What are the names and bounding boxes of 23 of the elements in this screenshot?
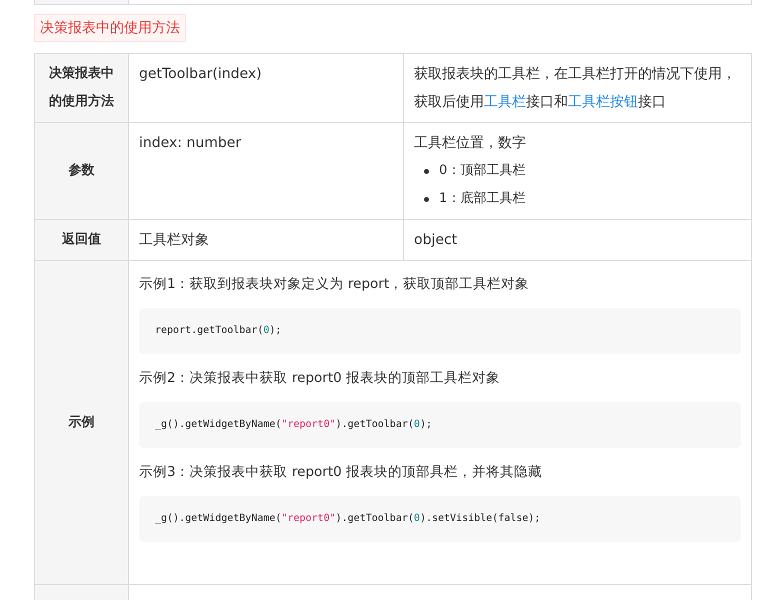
row-header: 返回值 [35,219,129,260]
row-header: 示例 [35,260,129,584]
bullet-icon [424,196,429,202]
table-cell: getToolbar(index) [129,53,404,122]
code-block: _g().getWidgetByName("report0").getToolbar(0); [139,402,741,448]
description-text: object [414,231,458,250]
table-cell: 工具栏对象 [129,219,404,260]
bullet-item: 1：底部工具栏 [439,190,526,208]
link[interactable]: 工具栏 [484,94,526,110]
row-header: 参数 [35,122,129,219]
link[interactable]: 工具栏按钮 [568,94,638,110]
code-block: _g().getWidgetByName("report0").getToolbar(0).setVisible(false); [139,496,741,542]
example-caption: 示例2：决策报表中获取 report0 报表块的顶部工具栏对象 [139,369,501,388]
description-text: 工具栏位置，数字 [414,134,527,153]
bullet-item: 0：顶部工具栏 [439,162,526,180]
table-cell: index: number [129,122,404,219]
bullet-icon [424,168,429,174]
row-header: 决策报表中的使用方法 [35,53,129,122]
example-caption: 示例3：决策报表中获取 report0 报表块的顶部具栏，并将其隐藏 [139,463,543,482]
code-block: report.getToolbar(0); [139,308,741,354]
description-text: 获取报表块的工具栏，在工具栏打开的情况下使用，获取后使用工具栏接口和工具栏按钮接口 [414,65,737,112]
section-heading: 决策报表中的使用方法 [34,14,186,42]
example-caption: 示例1：获取到报表块对象定义为 report，获取顶部工具栏对象 [139,275,530,294]
